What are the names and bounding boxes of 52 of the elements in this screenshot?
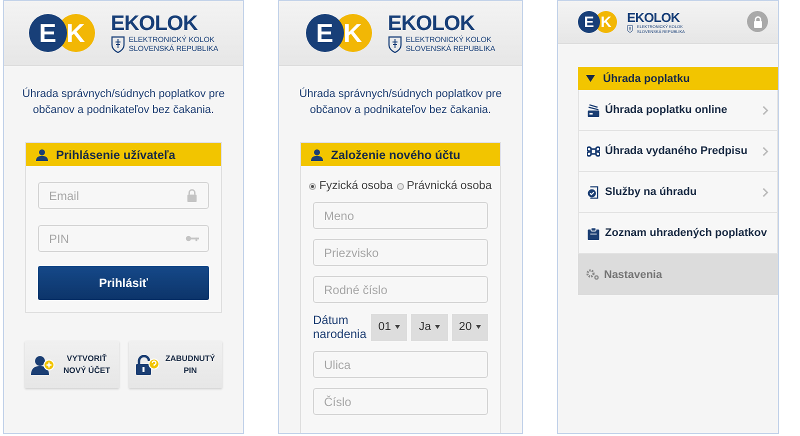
radio-option[interactable]: Právnická osoba [396, 180, 492, 192]
dropdown[interactable]: 01 [371, 314, 408, 340]
lock-button[interactable] [747, 11, 768, 32]
dropdown[interactable]: Ja [411, 314, 448, 340]
menu-item[interactable]: Úhrada vydaného Predpisu [578, 131, 778, 172]
input-field[interactable]: Ulica [313, 351, 488, 378]
chevron-right-icon [762, 186, 769, 198]
action-button[interactable]: ZABUDNUTÝ PIN [128, 341, 222, 388]
logo-mark: E K [306, 14, 372, 52]
action-button[interactable]: VYTVORIŤ NOVÝ ÚČET [25, 341, 118, 388]
logo-wordmark: EKOLOK [388, 13, 476, 35]
radio-option[interactable]: Fyzická osoba [309, 180, 393, 192]
input-field[interactable]: Email [38, 182, 209, 209]
card-title: Založenie nového účtu [331, 148, 460, 162]
coat-of-arms-icon [388, 36, 402, 52]
menu-item[interactable]: Úhrada poplatku online [578, 90, 778, 131]
chevron-right-icon [762, 146, 769, 156]
input-field[interactable]: Číslo [313, 388, 488, 415]
document-check-icon [587, 186, 600, 198]
chevron-right-icon [762, 104, 769, 116]
input-field[interactable]: PIN [38, 225, 209, 252]
gears-icon [586, 269, 599, 280]
tagline: Úhrada správnych/súdnych poplatkov pre občanov a podnikateľov bez čakania. [21, 86, 226, 118]
lock-question-icon [134, 354, 158, 374]
add-user-icon [31, 354, 55, 374]
input-field[interactable]: Priezvisko [313, 239, 488, 266]
coat-of-arms-icon [110, 36, 125, 52]
user-icon [310, 148, 324, 160]
card-title: Prihlásenie užívateľa [56, 148, 176, 162]
caret-icon [395, 325, 400, 329]
lock-icon [752, 16, 762, 28]
command-icon [587, 144, 600, 158]
menu-item[interactable]: Zoznam uhradených poplatkov [578, 213, 778, 254]
logo-wordmark: EKOLOK [110, 13, 199, 35]
input-field[interactable]: Rodné číslo [313, 276, 488, 303]
login-button[interactable]: Prihlásiť [38, 266, 209, 300]
user-icon [35, 148, 49, 160]
menu-item[interactable]: Služby na úhradu [578, 172, 778, 213]
coat-of-arms-icon [627, 24, 633, 32]
card-terminal-icon [587, 104, 600, 116]
caret-icon [476, 325, 481, 329]
tagline: Úhrada správnych/súdnych poplatkov pre občanov a podnikateľov bez čakania. [298, 86, 503, 118]
date-label: Dátum narodenia [313, 313, 367, 341]
dropdown[interactable]: 20 [452, 314, 488, 340]
logo-mark: E K [28, 14, 95, 52]
logo-mark: E K [578, 11, 617, 33]
clipboard-icon [587, 226, 600, 240]
caret-icon [435, 325, 440, 329]
menu-section-header[interactable]: Úhrada poplatku [578, 67, 778, 90]
lock-icon [185, 189, 199, 202]
logo-wordmark: EKOLOK [627, 10, 681, 24]
input-field[interactable]: Meno [313, 202, 488, 229]
